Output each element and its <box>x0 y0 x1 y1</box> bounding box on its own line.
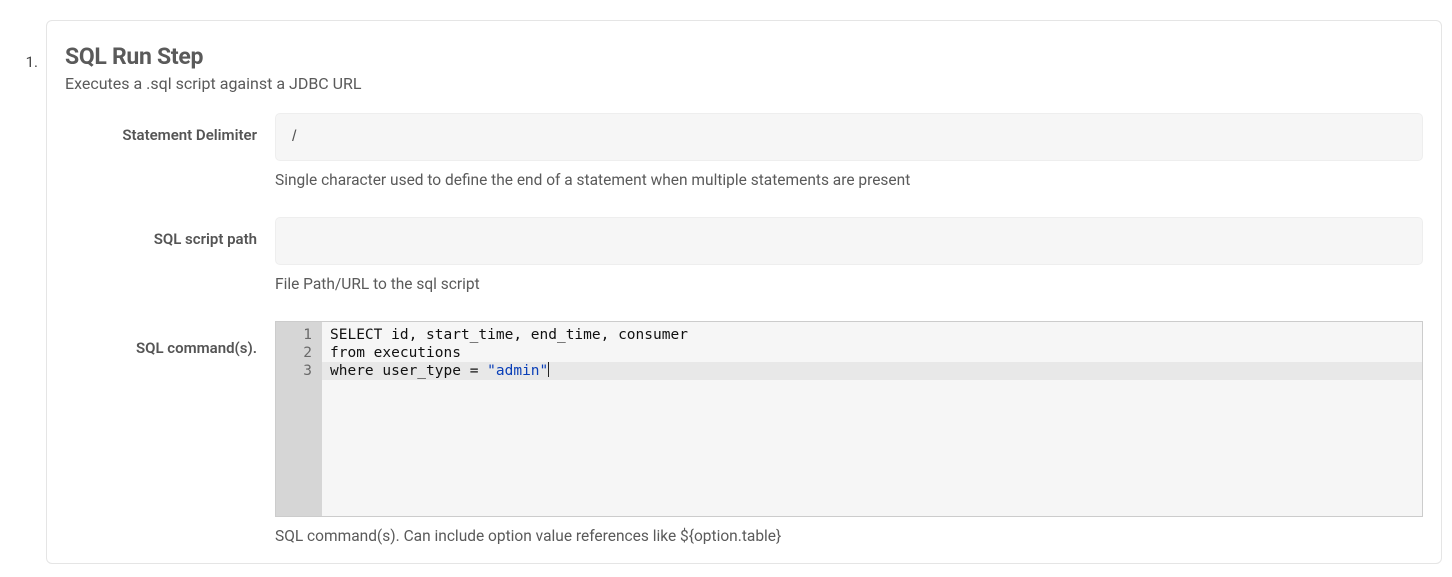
code-text <box>478 363 487 379</box>
label-statement-delimiter: Statement Delimiter <box>65 113 275 144</box>
help-sql-commands: SQL command(s). Can include option value… <box>275 527 1423 545</box>
help-statement-delimiter: Single character used to define the end … <box>275 171 1423 189</box>
code-line[interactable]: from executions <box>330 344 1422 362</box>
gutter-line: 3 <box>288 362 312 380</box>
code-text: where user_type <box>330 363 470 379</box>
row-sql-commands: SQL command(s). 1 2 3 SELECT id, start_t… <box>65 321 1423 545</box>
step-panel: SQL Run Step Executes a .sql script agai… <box>46 20 1442 564</box>
sql-commands-editor[interactable]: 1 2 3 SELECT id, start_time, end_time, c… <box>275 321 1423 517</box>
gutter-line: 1 <box>288 326 312 344</box>
code-line-active[interactable]: where user_type = "admin" <box>322 362 1422 380</box>
help-sql-script-path: File Path/URL to the sql script <box>275 275 1423 293</box>
text-cursor <box>548 362 549 377</box>
code-line[interactable]: SELECT id, start_time, end_time, consume… <box>330 326 1422 344</box>
panel-subtitle: Executes a .sql script against a JDBC UR… <box>65 74 1423 93</box>
label-sql-script-path: SQL script path <box>65 217 275 248</box>
sql-script-path-input[interactable] <box>275 217 1423 265</box>
row-statement-delimiter: Statement Delimiter Single character use… <box>65 113 1423 189</box>
panel-title: SQL Run Step <box>65 43 1423 70</box>
label-sql-commands: SQL command(s). <box>65 321 275 357</box>
gutter-line: 2 <box>288 344 312 362</box>
step-number: 1. <box>10 20 38 71</box>
statement-delimiter-input[interactable] <box>275 113 1423 161</box>
code-string: "admin" <box>487 363 548 379</box>
editor-gutter: 1 2 3 <box>276 322 322 516</box>
row-sql-script-path: SQL script path File Path/URL to the sql… <box>65 217 1423 293</box>
editor-content[interactable]: SELECT id, start_time, end_time, consume… <box>322 322 1422 516</box>
